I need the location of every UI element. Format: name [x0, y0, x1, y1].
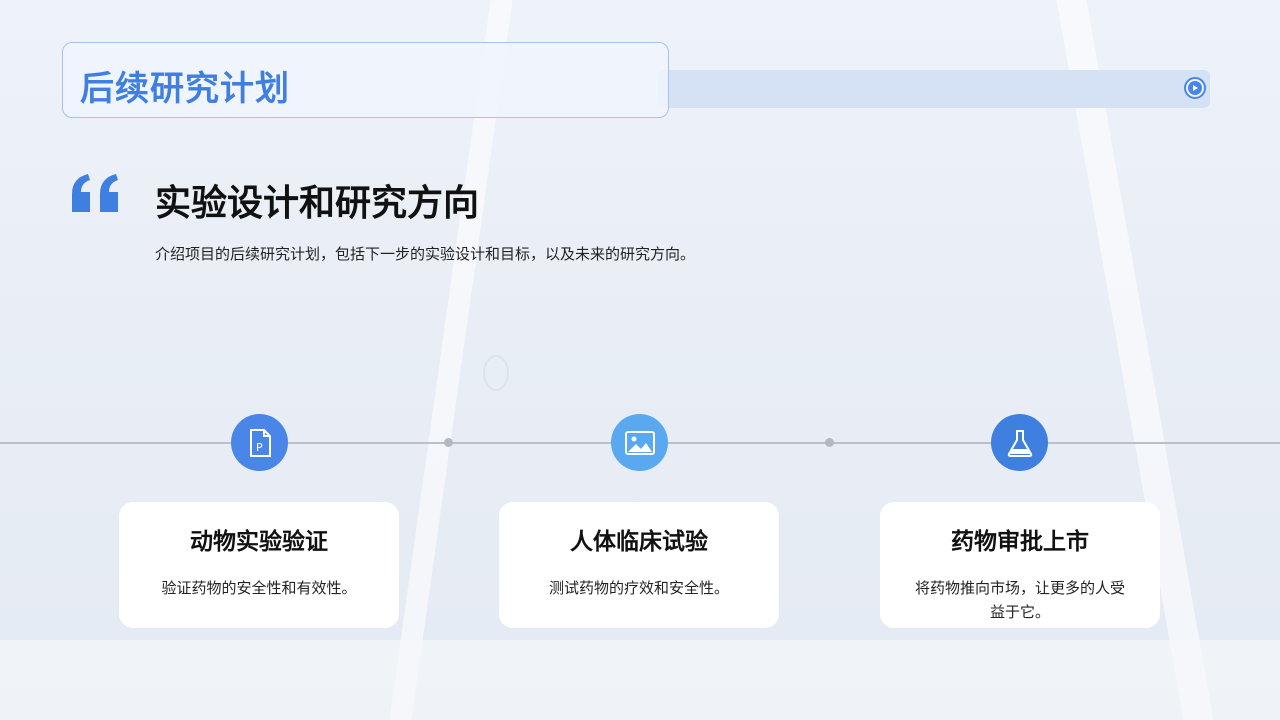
flask-icon — [1007, 429, 1032, 457]
step-1-card: 动物实验验证 验证药物的安全性和有效性。 — [119, 502, 399, 628]
background-floor — [0, 640, 1280, 720]
section-heading: 实验设计和研究方向 — [155, 183, 480, 224]
step-1-text: 验证药物的安全性和有效性。 — [161, 579, 357, 597]
step-2-title: 人体临床试验 — [570, 529, 708, 555]
step-3-title: 药物审批上市 — [951, 529, 1089, 555]
section-description: 介绍项目的后续研究计划，包括下一步的实验设计和目标，以及未来的研究方向。 — [155, 245, 696, 263]
timeline-dot — [825, 438, 834, 447]
step-3-text: 将药物推向市场，让更多的人受益于它。 — [914, 579, 1125, 621]
play-icon[interactable] — [1184, 77, 1206, 99]
powerpoint-file-icon: P — [249, 428, 271, 457]
step-2-card: 人体临床试验 测试药物的疗效和安全性。 — [499, 502, 779, 628]
step-1-title: 动物实验验证 — [190, 529, 328, 555]
svg-text:P: P — [256, 441, 263, 454]
title-accent-bar — [658, 70, 1210, 108]
background-ring — [483, 355, 509, 391]
page-title: 后续研究计划 — [80, 69, 290, 109]
step-3-icon-circle — [991, 414, 1048, 471]
step-2-icon-circle — [611, 414, 668, 471]
step-3-card: 药物审批上市 将药物推向市场，让更多的人受益于它。 — [880, 502, 1160, 628]
title-box: 后续研究计划 — [62, 42, 669, 118]
image-icon — [624, 430, 655, 455]
step-2-text: 测试药物的疗效和安全性。 — [548, 579, 729, 597]
quote-icon — [72, 174, 118, 212]
timeline-dot — [444, 438, 453, 447]
step-1-icon-circle: P — [231, 414, 288, 471]
